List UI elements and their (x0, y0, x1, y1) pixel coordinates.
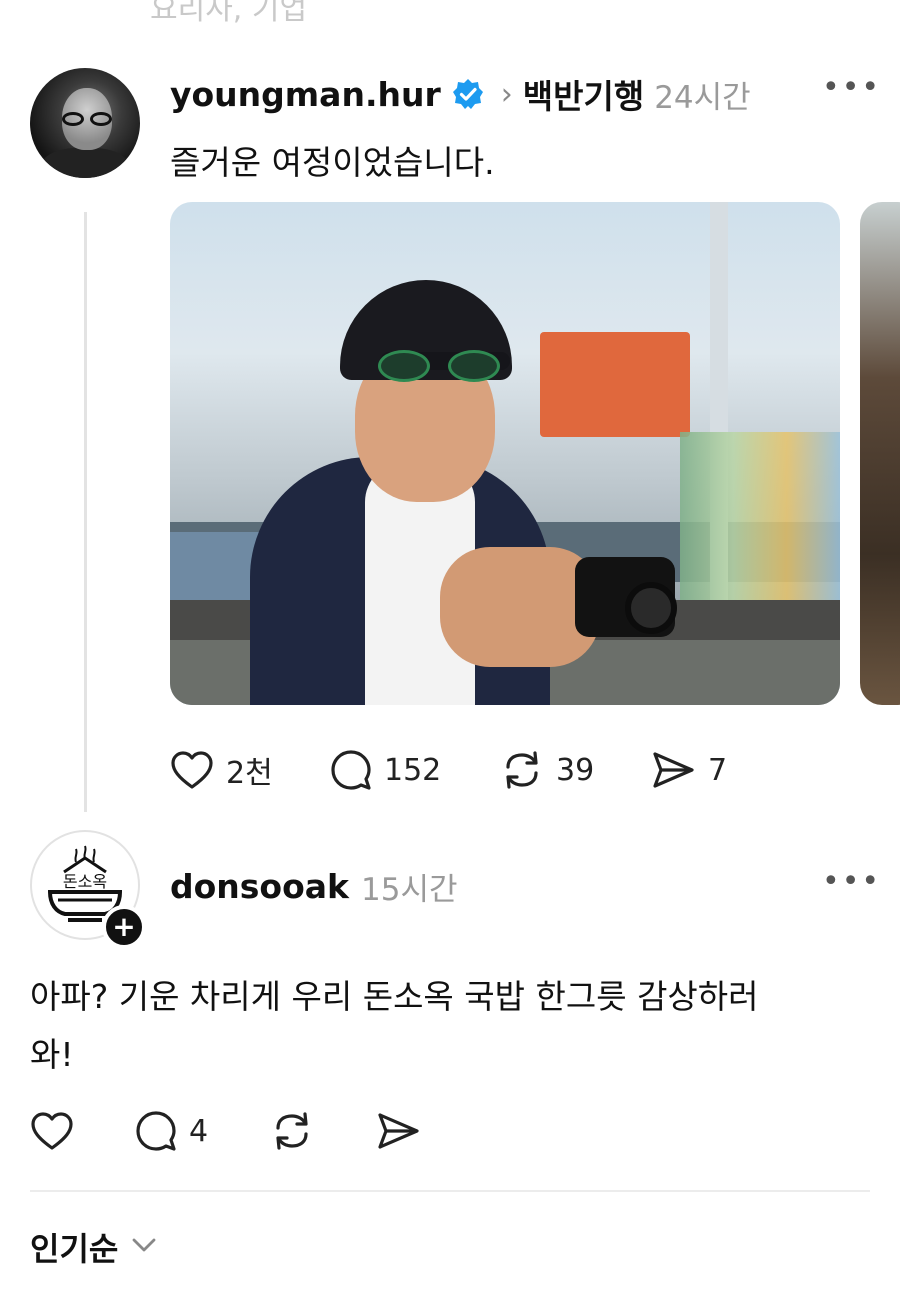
post2-text-line2: 와! (30, 1035, 74, 1074)
post1-comment-count: 152 (384, 752, 442, 788)
post2-repost-button[interactable] (270, 1110, 375, 1152)
post1-community[interactable]: 백반기행 (523, 70, 644, 118)
chevron-right-icon: › (500, 76, 513, 112)
post1-like-count: 2천 (226, 756, 273, 791)
follow-plus-button[interactable]: + (102, 905, 146, 949)
post1-share-button[interactable]: 7 (650, 750, 727, 790)
comment-icon (330, 749, 372, 791)
heart-icon (30, 1111, 74, 1151)
comment-icon (135, 1110, 177, 1152)
post2-time: 15시간 (361, 871, 458, 908)
share-icon (375, 1111, 421, 1151)
sort-label: 인기순 (30, 1230, 119, 1268)
post1-comment-button[interactable]: 152 (330, 749, 500, 791)
post1-photo-next[interactable] (860, 202, 900, 705)
post2-text: 아파? 기운 차리게 우리 돈소옥 국밥 한그릇 감상하러 와! (30, 968, 870, 1084)
post1-header: youngman.hur › 백반기행 24시간 (170, 68, 751, 120)
post2-actions: 4 (30, 1110, 421, 1152)
repost-icon (270, 1110, 314, 1152)
sort-dropdown[interactable]: 인기순 (30, 1224, 158, 1270)
post2-comment-button[interactable]: 4 (135, 1110, 270, 1152)
post1-text: 즐거운 여정이었습니다. (170, 143, 495, 182)
post1-username[interactable]: youngman.hur (170, 75, 441, 114)
divider (30, 1190, 870, 1192)
post1-repost-count: 39 (556, 752, 595, 788)
post1-actions: 2천 152 39 7 (170, 748, 727, 792)
heart-icon (170, 750, 214, 790)
post2-like-button[interactable] (30, 1111, 135, 1151)
post1-share-count: 7 (708, 752, 728, 788)
post1-photo[interactable] (170, 202, 840, 705)
post2-username[interactable]: donsooak (170, 867, 349, 906)
post2-header: donsooak 15시간 (170, 862, 458, 910)
post1-time: 24시간 (654, 79, 751, 116)
repost-icon (500, 749, 544, 791)
thread-line (84, 212, 87, 812)
cutoff-previous-text: 요리사, 기업 (150, 0, 308, 27)
share-icon (650, 750, 696, 790)
chevron-down-icon (130, 1235, 158, 1259)
post2-more-icon[interactable]: ••• (822, 864, 881, 899)
post1-more-icon[interactable]: ••• (822, 70, 881, 105)
donsooak-logo-text: 돈소옥 (63, 872, 107, 891)
post1-repost-button[interactable]: 39 (500, 749, 650, 791)
post2-text-line1: 아파? 기운 차리게 우리 돈소옥 국밥 한그릇 감상하러 (30, 977, 759, 1016)
verified-badge-icon (451, 77, 485, 111)
avatar-youngman-hur[interactable] (30, 68, 140, 178)
post2-share-button[interactable] (375, 1111, 421, 1151)
post2-comment-count: 4 (189, 1113, 209, 1149)
post1-like-button[interactable]: 2천 (170, 748, 330, 792)
